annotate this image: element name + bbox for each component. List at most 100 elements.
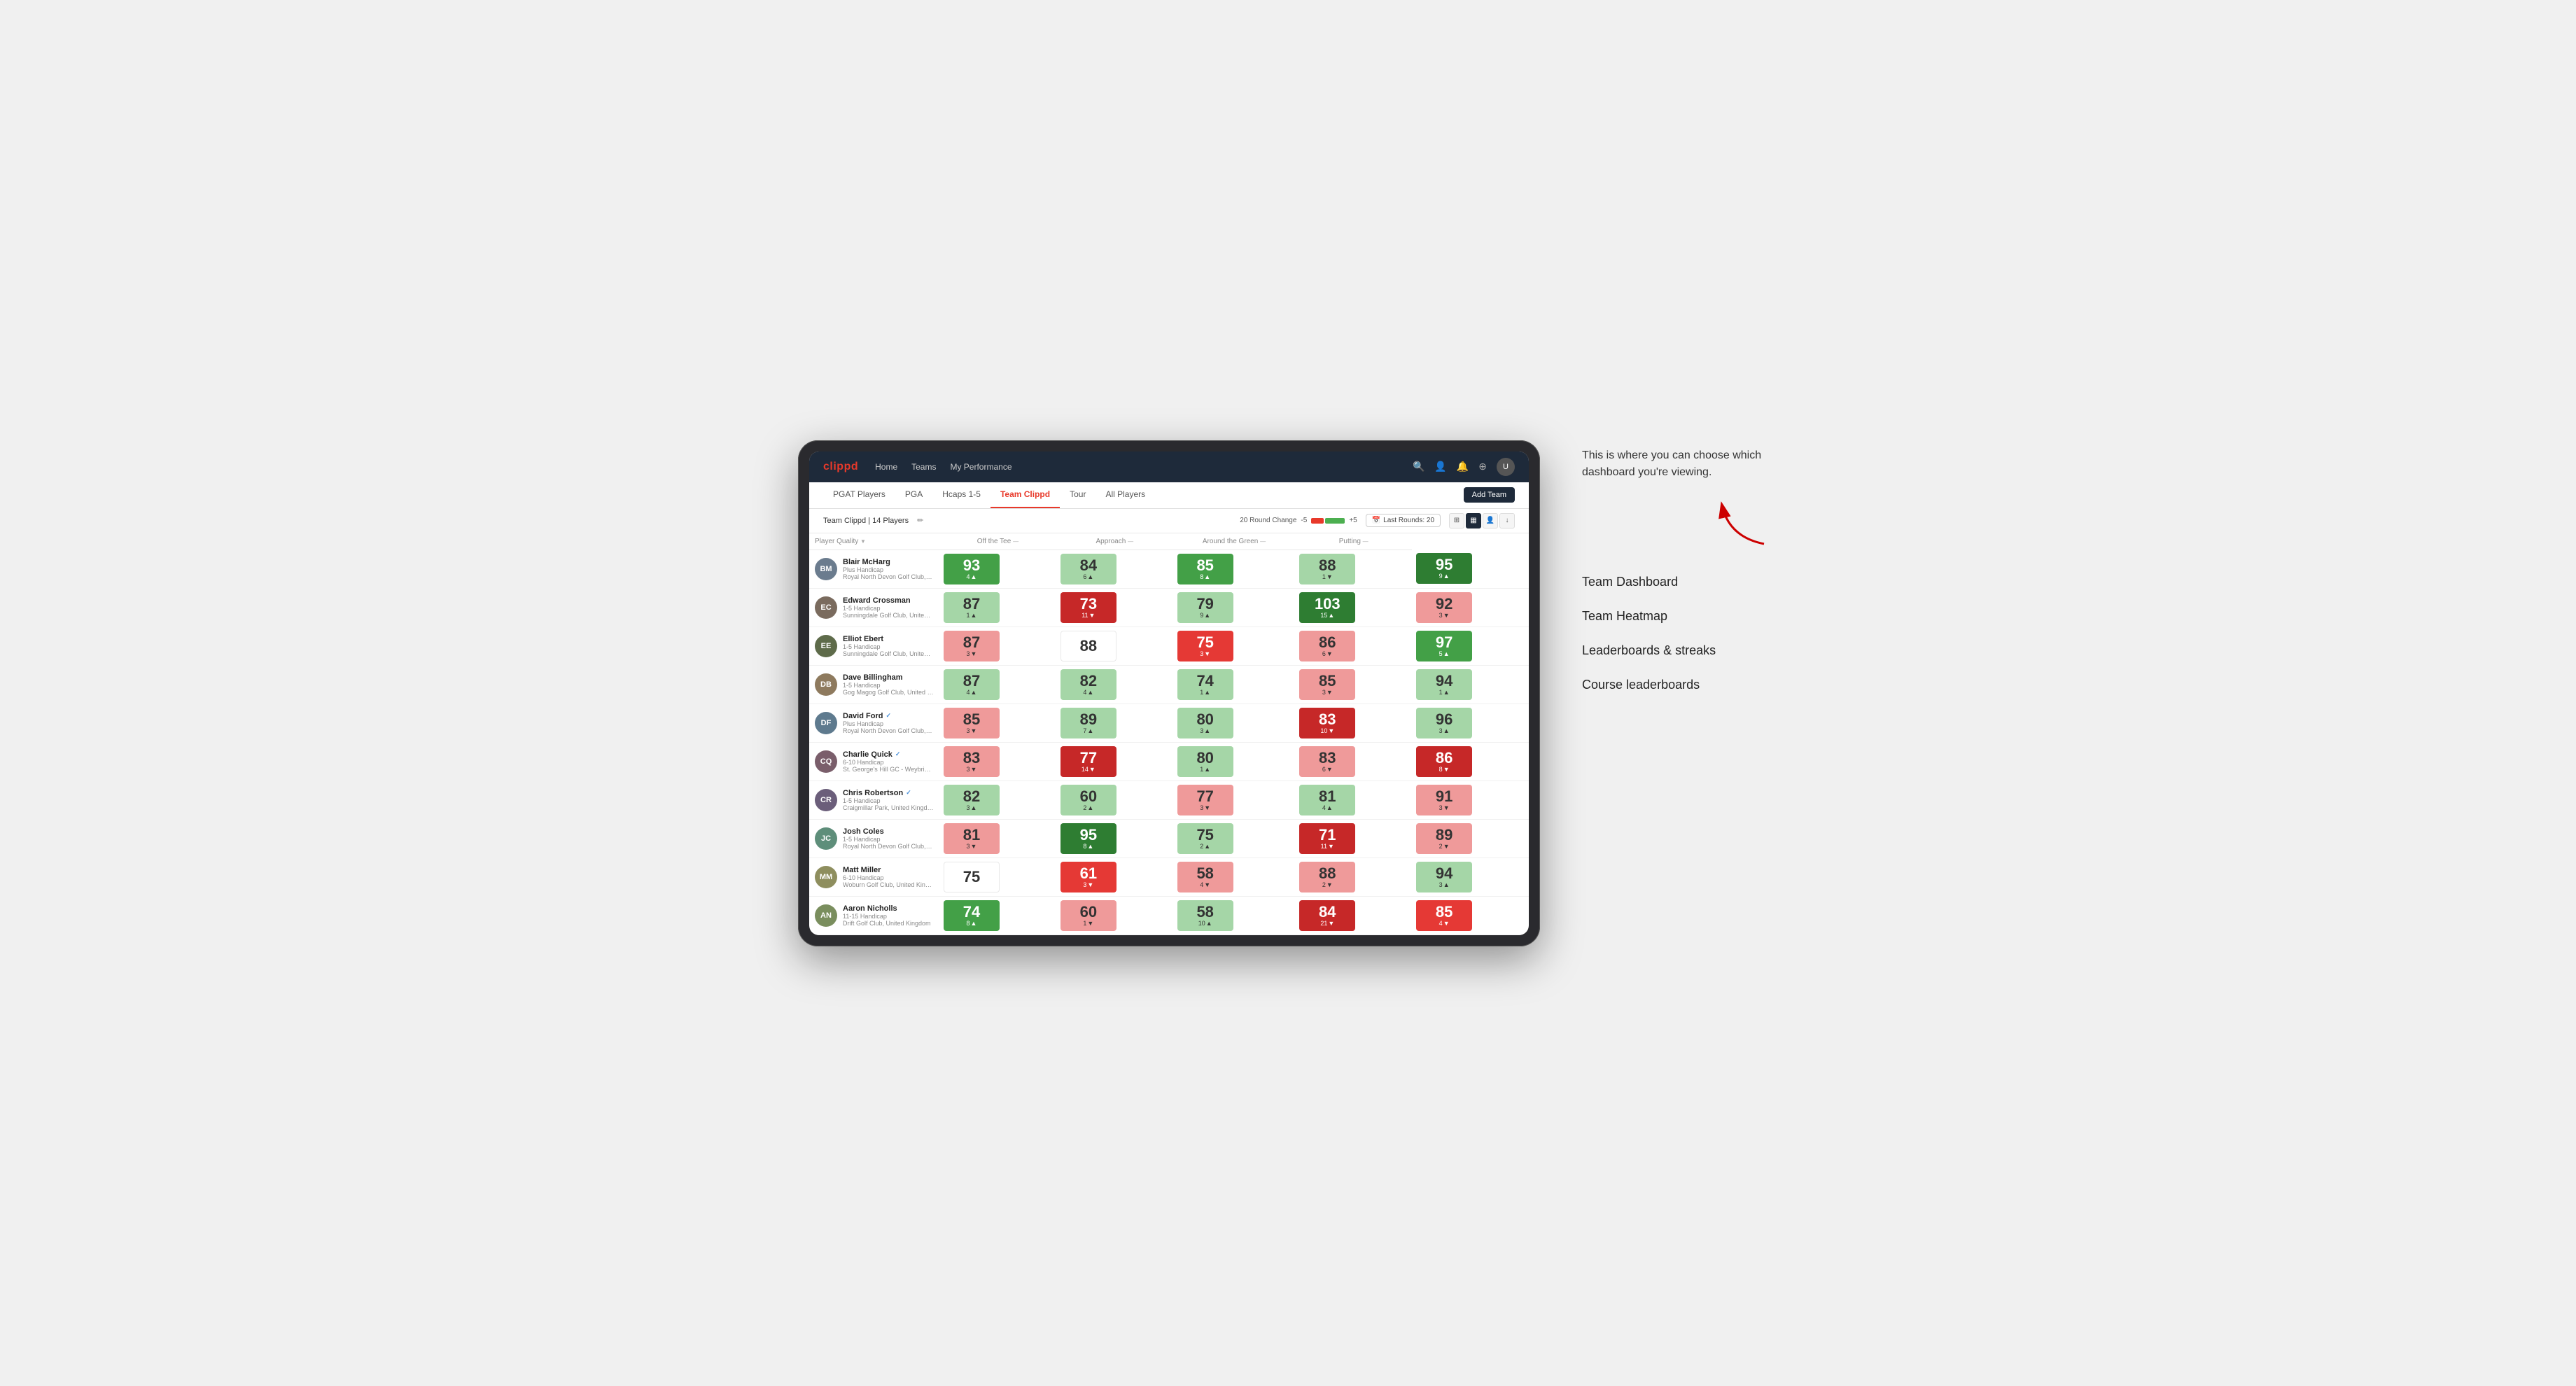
- nav-my-performance[interactable]: My Performance: [950, 459, 1011, 475]
- edit-icon[interactable]: ✏: [917, 516, 923, 525]
- tab-team-clippd[interactable]: Team Clippd: [990, 482, 1060, 508]
- search-icon[interactable]: 🔍: [1413, 461, 1424, 472]
- menu-item-3[interactable]: Course leaderboards: [1582, 668, 1778, 702]
- table-row[interactable]: DF David Ford ✓ Plus Handicap Royal Nort…: [809, 704, 1529, 742]
- score-cell-3: 88 2: [1295, 858, 1412, 896]
- player-avatar: EC: [815, 596, 837, 619]
- table-row[interactable]: CR Chris Robertson ✓ 1-5 Handicap Craigm…: [809, 780, 1529, 819]
- score-value: 94 1: [1416, 669, 1472, 700]
- avatar[interactable]: U: [1497, 458, 1515, 476]
- last-rounds-button[interactable]: 📅 Last Rounds: 20: [1366, 514, 1441, 527]
- trend-up-icon: [1443, 573, 1450, 580]
- bell-icon[interactable]: 🔔: [1457, 461, 1469, 472]
- score-value: 77 14: [1060, 746, 1116, 777]
- table-row[interactable]: JC Josh Coles 1-5 Handicap Royal North D…: [809, 819, 1529, 858]
- verified-icon: ✓: [886, 712, 891, 720]
- menu-item-1[interactable]: Team Heatmap: [1582, 599, 1778, 634]
- pos-label: +5: [1349, 517, 1357, 524]
- score-cell-1: 89 7: [1056, 704, 1173, 742]
- score-cell-0: 75: [939, 858, 1056, 896]
- settings-icon[interactable]: ⊕: [1478, 461, 1487, 472]
- player-club: Sunningdale Golf Club, United Kingdom: [843, 612, 934, 619]
- score-value: 95 8: [1060, 823, 1116, 854]
- table-view-button[interactable]: ▦: [1466, 513, 1481, 528]
- score-value: 74 8: [944, 900, 1000, 931]
- table-row[interactable]: MM Matt Miller 6-10 Handicap Woburn Golf…: [809, 858, 1529, 896]
- nav-home[interactable]: Home: [875, 459, 897, 475]
- score-cell-2: 80 1: [1173, 742, 1296, 780]
- table-row[interactable]: DB Dave Billingham 1-5 Handicap Gog Mago…: [809, 665, 1529, 704]
- score-cell-1: 61 3: [1056, 858, 1173, 896]
- arrow-svg: [1708, 495, 1778, 551]
- score-value: 83 10: [1299, 708, 1355, 738]
- score-value: 93 4: [944, 554, 1000, 584]
- score-cell-1: 84 6: [1056, 550, 1173, 588]
- tab-all-players[interactable]: All Players: [1096, 482, 1155, 508]
- table-row[interactable]: CQ Charlie Quick ✓ 6-10 Handicap St. Geo…: [809, 742, 1529, 780]
- add-team-button[interactable]: Add Team: [1464, 487, 1515, 503]
- table-row[interactable]: AN Aaron Nicholls 11-15 Handicap Drift G…: [809, 896, 1529, 934]
- trend-down-icon: [1326, 689, 1333, 696]
- score-cell-4: 95 9: [1412, 550, 1529, 588]
- player-handicap: Plus Handicap: [843, 566, 934, 573]
- score-cell-0: 93 4: [939, 550, 1056, 588]
- player-handicap: 1-5 Handicap: [843, 643, 934, 650]
- score-cell-4: 89 2: [1412, 819, 1529, 858]
- player-club: Gog Magog Golf Club, United Kingdom: [843, 689, 934, 696]
- score-cell-2: 75 3: [1173, 626, 1296, 665]
- score-cell-3: 84 21: [1295, 896, 1412, 934]
- table-row[interactable]: BM Blair McHarg Plus Handicap Royal Nort…: [809, 550, 1529, 588]
- score-value: 97 5: [1416, 631, 1472, 662]
- bar-neg: [1311, 518, 1324, 524]
- score-cell-4: 91 3: [1412, 780, 1529, 819]
- trend-down-icon: [1326, 650, 1333, 657]
- download-button[interactable]: ↓: [1499, 513, 1515, 528]
- trend-up-icon: [1443, 689, 1450, 696]
- col-header-around-green: Around the Green —: [1173, 533, 1296, 550]
- table-row[interactable]: EC Edward Crossman 1-5 Handicap Sunningd…: [809, 588, 1529, 626]
- score-value: 81 4: [1299, 785, 1355, 816]
- score-cell-0: 87 1: [939, 588, 1056, 626]
- person-view-button[interactable]: 👤: [1483, 513, 1498, 528]
- score-value: 87 1: [944, 592, 1000, 623]
- player-handicap: 6-10 Handicap: [843, 759, 934, 766]
- score-value: 85 4: [1416, 900, 1472, 931]
- score-value: 75 2: [1177, 823, 1233, 854]
- trend-down-icon: [1443, 920, 1450, 927]
- trend-down-icon: [1204, 804, 1210, 811]
- tab-tour[interactable]: Tour: [1060, 482, 1096, 508]
- col-header-putting: Putting —: [1295, 533, 1412, 550]
- round-bar: [1311, 518, 1345, 524]
- score-value: 71 11: [1299, 823, 1355, 854]
- score-cell-3: 71 11: [1295, 819, 1412, 858]
- annotation-text: This is where you can choose which dashb…: [1582, 447, 1778, 481]
- trend-up-icon: [1204, 573, 1210, 580]
- score-value: 61 3: [1060, 862, 1116, 892]
- score-cell-3: 86 6: [1295, 626, 1412, 665]
- player-cell: EC Edward Crossman 1-5 Handicap Sunningd…: [809, 588, 939, 626]
- player-cell: MM Matt Miller 6-10 Handicap Woburn Golf…: [809, 858, 939, 896]
- tab-pga[interactable]: PGA: [895, 482, 932, 508]
- score-value: 80 1: [1177, 746, 1233, 777]
- grid-view-button[interactable]: ⊞: [1449, 513, 1464, 528]
- tab-hcaps[interactable]: Hcaps 1-5: [932, 482, 990, 508]
- table-row[interactable]: EE Elliot Ebert 1-5 Handicap Sunningdale…: [809, 626, 1529, 665]
- nav-teams[interactable]: Teams: [911, 459, 936, 475]
- score-cell-0: 82 3: [939, 780, 1056, 819]
- trend-down-icon: [971, 766, 977, 773]
- menu-item-0[interactable]: Team Dashboard: [1582, 565, 1778, 599]
- menu-item-2[interactable]: Leaderboards & streaks: [1582, 634, 1778, 668]
- trend-down-icon: [1328, 920, 1334, 927]
- score-value: 74 1: [1177, 669, 1233, 700]
- player-club: Royal North Devon Golf Club, United King…: [843, 843, 934, 850]
- player-info: Josh Coles 1-5 Handicap Royal North Devo…: [843, 827, 934, 850]
- score-cell-2: 80 3: [1173, 704, 1296, 742]
- player-handicap: 1-5 Handicap: [843, 836, 934, 843]
- tab-pgat-players[interactable]: PGAT Players: [823, 482, 895, 508]
- trend-up-icon: [971, 689, 977, 696]
- user-icon[interactable]: 👤: [1434, 461, 1446, 472]
- score-value: 60 2: [1060, 785, 1116, 816]
- trend-up-icon: [1204, 766, 1210, 773]
- trend-up-icon: [1087, 727, 1093, 734]
- score-cell-0: 83 3: [939, 742, 1056, 780]
